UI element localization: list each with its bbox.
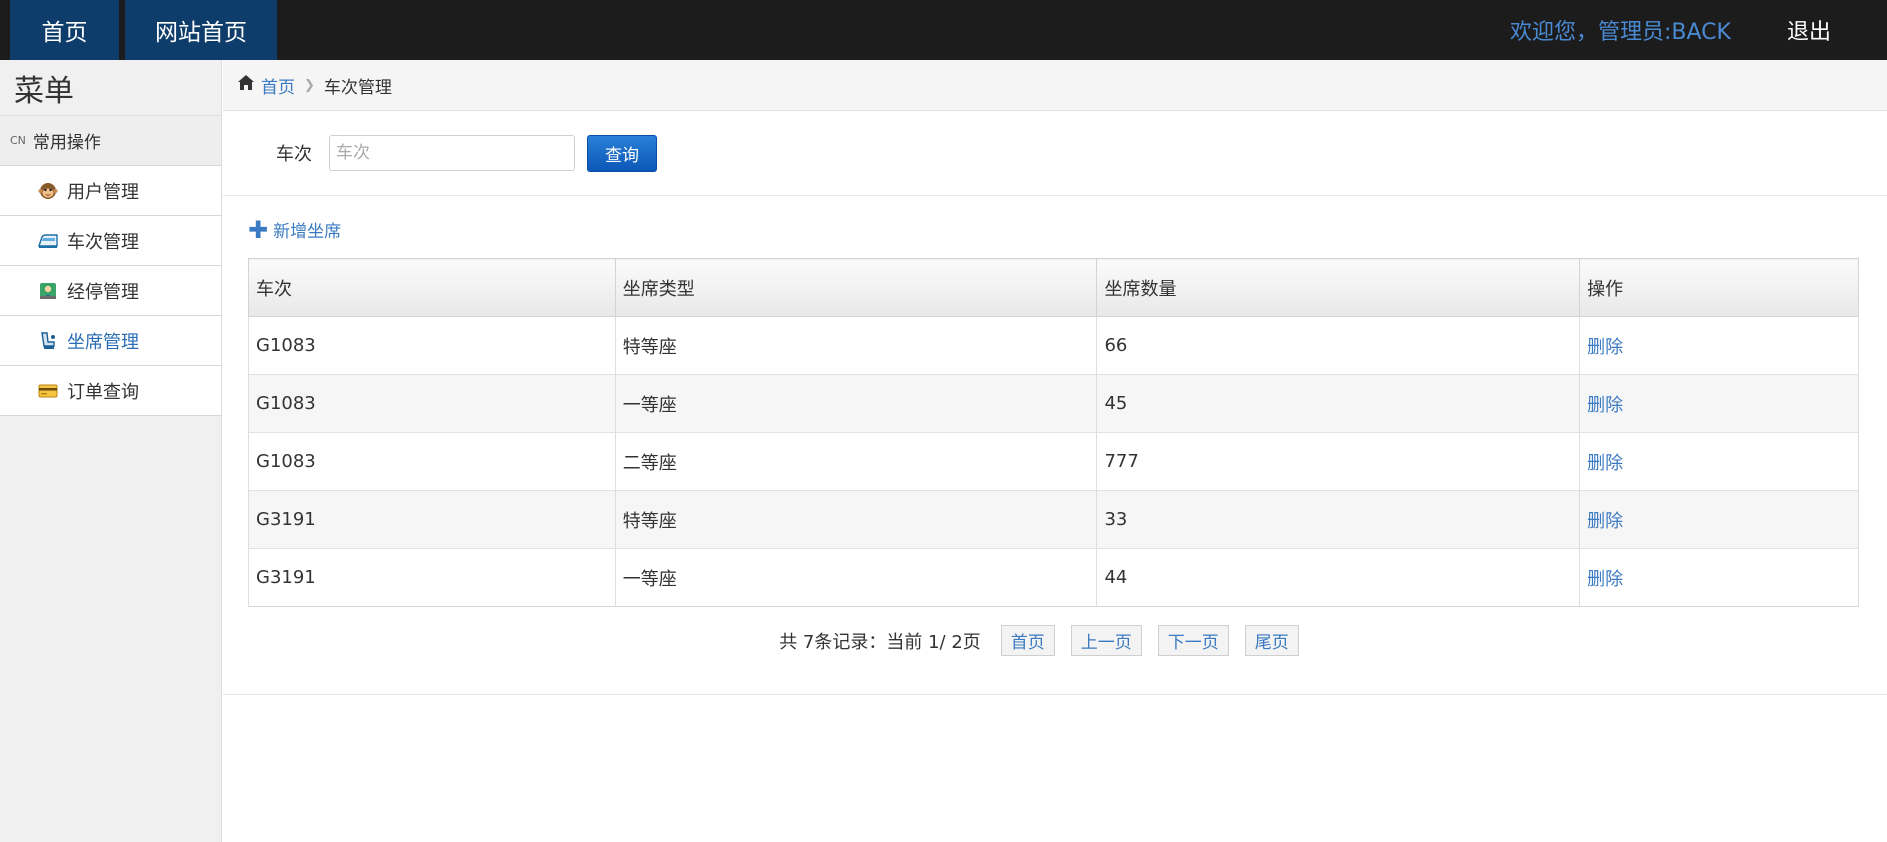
- cell-action: 删除: [1579, 374, 1859, 433]
- cell-train: G1083: [248, 432, 616, 491]
- main-content: 首页 ❯ 车次管理 车次 查询 ✚ 新增坐席 车次 坐席类型 坐席数量 操作: [223, 60, 1887, 842]
- sidebar-item-orders[interactable]: 订单查询: [0, 366, 221, 416]
- station-icon: [38, 281, 58, 301]
- sidebar-item-trains[interactable]: 车次管理: [0, 216, 221, 266]
- delete-link[interactable]: 删除: [1587, 395, 1623, 416]
- cell-train: G1083: [248, 316, 616, 375]
- breadcrumb: 首页 ❯ 车次管理: [223, 60, 1887, 111]
- table-header-row: 车次 坐席类型 坐席数量 操作: [248, 258, 1859, 317]
- chevron-right-icon: ❯: [304, 77, 315, 93]
- next-page-button[interactable]: 下一页: [1157, 625, 1229, 656]
- sidebar-item-users[interactable]: 用户管理: [0, 166, 221, 216]
- cell-train: G3191: [248, 548, 616, 607]
- prev-page-button[interactable]: 上一页: [1070, 625, 1142, 656]
- sidebar-title: 菜单: [0, 60, 221, 116]
- search-bar: 车次 查询: [223, 111, 1887, 196]
- top-nav: 首页 网站首页: [10, 0, 277, 60]
- sidebar-item-stops[interactable]: 经停管理: [0, 266, 221, 316]
- home-icon: [237, 74, 255, 96]
- column-header-train: 车次: [248, 258, 616, 317]
- cell-seat-count: 45: [1096, 374, 1581, 433]
- add-seat-label: 新增坐席: [273, 222, 342, 242]
- nav-site-home-button[interactable]: 网站首页: [125, 0, 277, 60]
- table-row: G1083 一等座 45 删除: [248, 374, 1859, 433]
- divider: [223, 694, 1887, 695]
- group-prefix: CN: [10, 134, 26, 147]
- train-search-input[interactable]: [329, 135, 575, 171]
- table-row: G3191 特等座 33 删除: [248, 490, 1859, 549]
- column-header-seat-type: 坐席类型: [614, 258, 1098, 317]
- cell-action: 删除: [1579, 316, 1859, 375]
- add-seat-button[interactable]: ✚ 新增坐席: [248, 215, 342, 244]
- sidebar-item-label: 经停管理: [67, 281, 139, 303]
- cell-train: G1083: [248, 374, 616, 433]
- plus-icon: ✚: [248, 215, 269, 244]
- sidebar-item-label: 车次管理: [67, 231, 139, 253]
- sidebar-item-label: 订单查询: [67, 381, 139, 403]
- delete-link[interactable]: 删除: [1587, 569, 1623, 590]
- seat-icon: [38, 331, 58, 351]
- card-icon: [38, 381, 58, 401]
- train-icon: [38, 231, 58, 251]
- cell-seat-count: 777: [1096, 432, 1581, 491]
- sidebar-group-common[interactable]: CN 常用操作: [0, 116, 221, 166]
- delete-link[interactable]: 删除: [1587, 511, 1623, 532]
- first-page-button[interactable]: 首页: [1000, 625, 1055, 656]
- breadcrumb-current: 车次管理: [323, 77, 392, 98]
- welcome-text: 欢迎您，管理员:BACK: [1510, 20, 1731, 45]
- top-bar: 首页 网站首页 欢迎您，管理员:BACK 退出: [0, 0, 1887, 60]
- cell-seat-count: 33: [1096, 490, 1581, 549]
- nav-home-button[interactable]: 首页: [10, 0, 119, 60]
- query-button[interactable]: 查询: [587, 134, 657, 172]
- cell-train: G3191: [248, 490, 616, 549]
- breadcrumb-home-link[interactable]: 首页: [261, 73, 295, 98]
- pagination: 共 7条记录：当前 1/ 2页 首页 上一页 下一页 尾页: [223, 625, 1863, 656]
- search-label: 车次: [276, 144, 312, 165]
- sidebar: 菜单 CN 常用操作 用户管理 车次管理 经停管理 坐席管理 订单查询: [0, 60, 222, 842]
- monkey-icon: [38, 181, 58, 201]
- table-row: G1083 二等座 777 删除: [248, 432, 1859, 491]
- cell-action: 删除: [1579, 548, 1859, 607]
- table-row: G3191 一等座 44 删除: [248, 548, 1859, 607]
- cell-seat-type: 一等座: [614, 374, 1098, 433]
- column-header-action: 操作: [1579, 258, 1859, 317]
- delete-link[interactable]: 删除: [1587, 337, 1623, 358]
- column-header-seat-count: 坐席数量: [1096, 258, 1581, 317]
- sidebar-item-label: 坐席管理: [67, 331, 139, 353]
- logout-button[interactable]: 退出: [1787, 0, 1831, 60]
- pagination-info: 共 7条记录：当前 1/ 2页: [779, 631, 981, 653]
- cell-action: 删除: [1579, 490, 1859, 549]
- seat-table: 车次 坐席类型 坐席数量 操作 G1083 特等座 66 删除 G1083 一等…: [248, 258, 1859, 607]
- table-row: G1083 特等座 66 删除: [248, 316, 1859, 375]
- group-label: 常用操作: [32, 133, 101, 153]
- cell-seat-type: 特等座: [614, 316, 1098, 375]
- last-page-button[interactable]: 尾页: [1244, 625, 1299, 656]
- sidebar-item-label: 用户管理: [67, 181, 139, 203]
- cell-seat-count: 66: [1096, 316, 1581, 375]
- cell-seat-type: 特等座: [614, 490, 1098, 549]
- delete-link[interactable]: 删除: [1587, 453, 1623, 474]
- sidebar-item-seats[interactable]: 坐席管理: [0, 316, 221, 366]
- cell-seat-count: 44: [1096, 548, 1581, 607]
- cell-seat-type: 一等座: [614, 548, 1098, 607]
- cell-action: 删除: [1579, 432, 1859, 491]
- cell-seat-type: 二等座: [614, 432, 1098, 491]
